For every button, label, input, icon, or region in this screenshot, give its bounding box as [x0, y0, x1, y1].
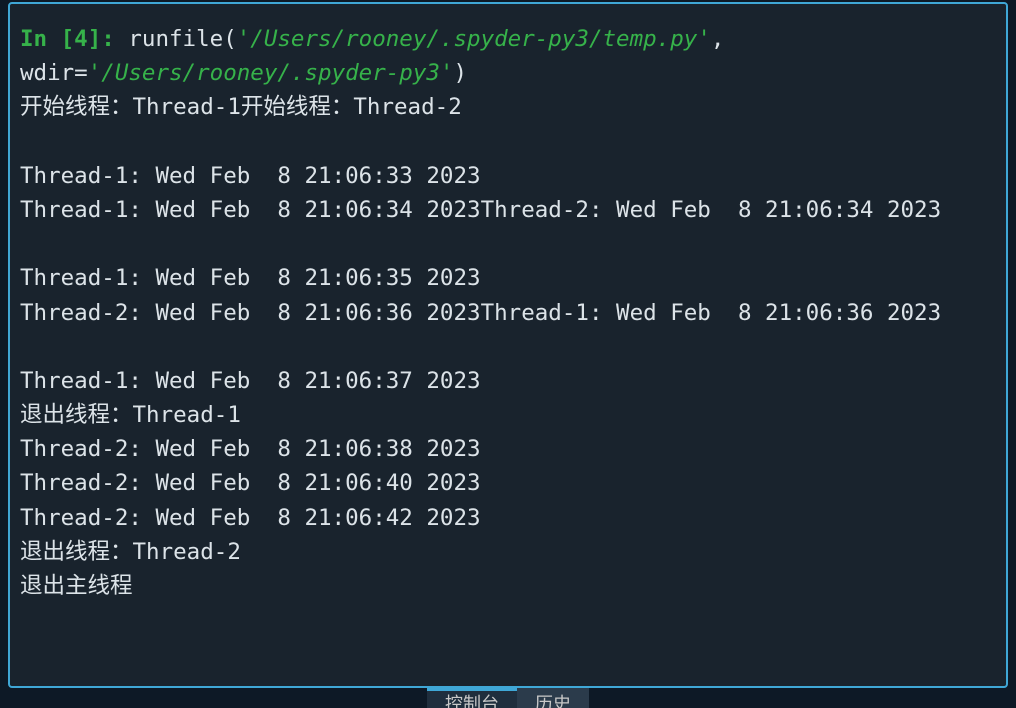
stdout-line: Thread-2: Wed Feb 8 21:06:38 2023: [20, 436, 481, 462]
stdout-line: Thread-1: Wed Feb 8 21:06:35 2023: [20, 265, 481, 291]
comma: ,: [711, 26, 725, 52]
close-paren: ): [453, 60, 467, 86]
tab-history[interactable]: 历史: [517, 688, 589, 708]
runfile-path-arg: '/Users/rooney/.spyder-py3/temp.py': [237, 26, 711, 52]
ipython-console-pane[interactable]: In [4]: runfile('/Users/rooney/.spyder-p…: [8, 2, 1008, 688]
wdir-kw: wdir=: [20, 60, 88, 86]
stdout-line: Thread-1: Wed Feb 8 21:06:37 2023: [20, 368, 481, 394]
stdout-line: Thread-1: Wed Feb 8 21:06:34 2023Thread-…: [20, 197, 941, 223]
input-prompt: In [4]:: [20, 26, 115, 52]
console-tab-bar: 控制台 历史: [0, 688, 1016, 708]
stdout-line: 退出线程：Thread-1: [20, 402, 241, 428]
tab-console[interactable]: 控制台: [427, 688, 517, 708]
wdir-arg: '/Users/rooney/.spyder-py3': [88, 60, 454, 86]
console-output[interactable]: In [4]: runfile('/Users/rooney/.spyder-p…: [20, 22, 996, 603]
runfile-call: runfile(: [128, 26, 236, 52]
stdout-line: 退出主线程: [20, 573, 133, 599]
stdout-line: Thread-2: Wed Feb 8 21:06:42 2023: [20, 505, 481, 531]
stdout-line: 退出线程：Thread-2: [20, 539, 241, 565]
stdout-line: Thread-2: Wed Feb 8 21:06:40 2023: [20, 470, 481, 496]
stdout-line: 开始线程：Thread-1开始线程：Thread-2: [20, 94, 462, 120]
stdout-line: Thread-1: Wed Feb 8 21:06:33 2023: [20, 163, 481, 189]
stdout-line: Thread-2: Wed Feb 8 21:06:36 2023Thread-…: [20, 300, 941, 326]
